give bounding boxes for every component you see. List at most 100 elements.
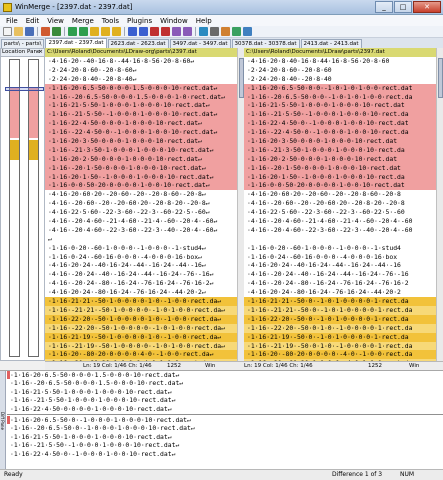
close-button[interactable]: ✕: [413, 1, 441, 13]
code-line[interactable]: ·4·16·20·24·-80·16·24·-76·16·24·-44·20·2: [244, 288, 436, 297]
right-code-view[interactable]: ·4·16·20·8·40·16·8·44·16·8·56·20·8·60·2·…: [244, 57, 436, 361]
code-line[interactable]: ·1·16·-21·19·-50·0·1·0·-1·0·0·0·0·1·rect…: [244, 341, 436, 351]
options-icon[interactable]: [210, 27, 219, 36]
new-icon[interactable]: [3, 27, 12, 36]
code-line[interactable]: ·4·16·-20·4·60·-22·3·60·-22·3·-40·-20·4·…: [244, 226, 436, 235]
next-diff-icon[interactable]: [68, 27, 77, 36]
redo-icon[interactable]: [52, 27, 61, 36]
code-line[interactable]: ·4·16·20·24·-40·16·24·-44·-16·24·-44·-16…: [45, 261, 237, 270]
tab-3497[interactable]: 3497.dat - 3497.dat: [169, 39, 231, 48]
copy-left-icon[interactable]: [139, 27, 148, 36]
code-line[interactable]: ·4·16·20·24·-40·16·24·-44·-16·24·-44·-16: [244, 261, 436, 270]
code-line[interactable]: ·1·16·-20·1·50·0·0·0·1·0·0·0·10·rect.dat: [244, 163, 436, 173]
open-icon[interactable]: [14, 27, 23, 36]
tab-2397[interactable]: 2397.dat - 2397.dat: [45, 38, 107, 48]
code-line[interactable]: ·4·16·-20·24·-80·-16·24·-76·16·24·-76·16…: [244, 279, 436, 288]
code-line[interactable]: ·1·16·-21·3·50·1·0·0·0·1·0·0·0·10·rect.d…: [244, 145, 436, 155]
code-line[interactable]: ·1·16·0·0·50·20·0·0·0·0·1·0·0·10·rect.da…: [45, 181, 237, 191]
code-line[interactable]: ·1·16·0·24·-60·16·0·0·0·-4·0·0·0·16·box↵: [45, 253, 237, 262]
code-line[interactable]: ·1·16·22·20·-50·0·-1·0·1·0·0·0·0·1·rect.…: [244, 314, 436, 324]
code-line[interactable]: ·1·16·-21·5·50·-1·0·0·0·1·0·0·0·10·rect.…: [45, 110, 237, 120]
code-line[interactable]: ·1·16·22·4·50·0·0·0·1·0·0·0·10·rect.dat↵: [45, 119, 237, 129]
code-line[interactable]: ·1·16·-21·3·50·1·0·0·0·1·0·0·0·10·rect.d…: [45, 145, 237, 155]
code-line[interactable]: ·4·16·-20·24·-40·-16·24·-44·-16·24·-76·-…: [45, 270, 237, 279]
code-line[interactable]: ·1·16·-20·6.5·50·0·0·0·1.5·0·0·0·1·0·rec…: [45, 92, 237, 102]
code-line[interactable]: ·1·16·20·1·50·-1·0·0·0·1·0·0·0·10·rect.d…: [244, 172, 436, 182]
location-left-column[interactable]: [9, 59, 20, 357]
code-line[interactable]: ↵: [45, 235, 237, 244]
menu-window[interactable]: Window: [156, 17, 192, 25]
maximize-button[interactable]: □: [394, 1, 412, 13]
code-line[interactable]: ·1·16·-22·4·50·0·-1·0·0·0·1·0·0·10·rect.…: [45, 128, 237, 138]
code-line[interactable]: ·4·16·-20·4·60·-22·3·60·-22·3·-40·-20·4·…: [45, 226, 237, 235]
menu-view[interactable]: View: [43, 17, 68, 25]
menu-file[interactable]: File: [2, 17, 22, 25]
menu-edit[interactable]: Edit: [22, 17, 44, 25]
code-line[interactable]: ·4·16·20·60·20·-20·60·-20·-20·8·60·-20·8: [244, 190, 436, 199]
compare-icon[interactable]: [221, 27, 230, 36]
code-line[interactable]: ·2·24·20·8·40·-20·8·40: [244, 75, 436, 84]
code-line[interactable]: ·2·24·20·8·60·-20·8·60: [244, 66, 436, 75]
all-left-icon[interactable]: [183, 27, 192, 36]
tab-2413[interactable]: 2413.dat - 2413.dat: [300, 39, 362, 48]
code-line[interactable]: ·1·16·-20·1·50·0·0·0·1·0·0·0·10·rect.dat…: [45, 163, 237, 173]
diff-pane-divider[interactable]: [7, 414, 443, 415]
code-line[interactable]: ·1·16·-22·4·50·0·-1·0·0·0·1·0·0·10·rect.…: [244, 128, 436, 138]
location-viewport-indicator[interactable]: [5, 87, 44, 91]
code-line[interactable]: ·1·16·-21·21·-50·0·-1·0·1·0·0·0·0·1·rect…: [244, 305, 436, 315]
code-line[interactable]: ·4·16·22·5·60·-22·3·60·-22·3·-60·22·5·-6…: [45, 208, 237, 217]
code-line[interactable]: ·4·16·-20·4·60·-21·4·60·-21·4·-60·-20·4·…: [244, 217, 436, 226]
code-line[interactable]: ·1·16·-21·5·50·-1·0·0·0·1·0·0·0·10·rect.…: [244, 110, 436, 120]
code-line[interactable]: ·1·16·20·1·50·-1·0·0·0·1·0·0·0·10·rect.d…: [45, 172, 237, 182]
code-line[interactable]: ·4·16·-20·60·-20·-20·60·20·-20·8·20·-20·…: [45, 199, 237, 208]
code-line[interactable]: ·4·16·-20·4·60·-21·4·60·-21·4·-60·-20·4·…: [45, 217, 237, 226]
code-line[interactable]: ·1·16·-20·6.5·50·0·0·-1·0·1·0·1·0·0·rect…: [244, 92, 436, 102]
menu-tools[interactable]: Tools: [98, 17, 123, 25]
code-line[interactable]: ·1·16·0·0·50·20·0·0·0·0·1·0·0·10·rect.da…: [244, 181, 436, 191]
location-pane-close-icon[interactable]: ×: [38, 49, 43, 56]
code-line[interactable]: ·1·16·-21·21·-50·1·0·0·0·0·-1·0·1·0·0·re…: [45, 305, 237, 315]
location-right-column[interactable]: [28, 59, 39, 357]
left-scrollbar[interactable]: [237, 48, 244, 361]
copy-right-advance-icon[interactable]: [150, 27, 159, 36]
code-line[interactable]: ·1·16·-22·20·-50·0·1·0·-1·0·0·0·0·1·rect…: [244, 323, 436, 333]
right-scrollbar[interactable]: [436, 48, 443, 361]
prev-diff-icon[interactable]: [79, 27, 88, 36]
code-line[interactable]: ·1·16·-21·19·-50·1·0·0·0·0·-1·0·1·0·0·re…: [45, 341, 237, 351]
refresh-icon[interactable]: [199, 27, 208, 36]
code-line[interactable]: ·1·16·22·4·50·0·-1·0·0·0·1·0·0·10·rect.d…: [244, 119, 436, 129]
code-line[interactable]: ·1·16·20·2·50·0·0·0·1·0·0·0·10·rect.dat: [244, 154, 436, 164]
last-diff-icon[interactable]: [112, 27, 121, 36]
help-icon[interactable]: [243, 27, 252, 36]
code-line[interactable]: ·4·16·-20·24·-40·-16·24·-44·-16·24·-76·-…: [244, 270, 436, 279]
code-line[interactable]: ·1·16·22·20·-50·1·0·0·0·0·1·0·-1·0·0·rec…: [45, 314, 237, 324]
code-line[interactable]: [244, 235, 436, 244]
save-icon[interactable]: [25, 27, 34, 36]
tab-parts[interactable]: parts\ - parts\: [1, 39, 45, 48]
tab-30378[interactable]: 30378.dat - 30378.dat: [231, 39, 300, 48]
code-line[interactable]: ·4·16·22·5·60·-22·3·60·-22·3·-60·22·5·-6…: [244, 208, 436, 217]
diff-pane[interactable]: Diff Pane ·1·16·20·6.5·50·0·0·0·1.5·0·0·…: [0, 370, 443, 470]
code-line[interactable]: ·1·16·21·19·-50·0·-1·0·1·0·0·0·0·1·rect.…: [244, 332, 436, 342]
menu-help[interactable]: Help: [192, 17, 216, 25]
code-line[interactable]: ·4·16·20·24·-80·16·24·-76·16·24·-44·20·2…: [45, 288, 237, 297]
all-right-icon[interactable]: [172, 27, 181, 36]
code-line[interactable]: ·1·16·21·5·50·1·0·0·0·1·0·0·0·10·rect.da…: [45, 101, 237, 111]
code-line[interactable]: ·1·16·20·-80·20·0·0·0·0·4·0·-1·0·0·rect.…: [45, 350, 237, 360]
first-diff-icon[interactable]: [90, 27, 99, 36]
code-line[interactable]: ·4·16·20·60·20·-20·60·-20·-20·8·60·-20·8…: [45, 190, 237, 199]
code-line[interactable]: ·1·16·21·21·-50·1·0·0·0·0·1·0·-1·0·0·rec…: [45, 297, 237, 306]
location-pane[interactable]: Location Pane ×: [0, 48, 45, 361]
code-line[interactable]: ·4·16·-20·24·-80·-16·24·-76·16·24·-76·16…: [45, 279, 237, 288]
code-line[interactable]: ·4·16·-20·60·-20·-20·60·20·-20·8·20·-20·…: [244, 199, 436, 208]
right-file-pane[interactable]: C:\Users\Roland\Documents\LDraw\parts\23…: [244, 48, 436, 361]
undo-icon[interactable]: [41, 27, 50, 36]
code-line[interactable]: ·1·16·20·3·50·0·0·0·1·0·0·0·10·rect.dat↵: [45, 137, 237, 146]
code-line[interactable]: ·1·16·21·21·-50·0·-1·0·1·0·0·0·0·1·rect.…: [244, 297, 436, 306]
code-line[interactable]: ·1·16·20·-80·20·0·0·0·0·-4·0·-1·0·0·rect…: [244, 350, 436, 360]
filter-icon[interactable]: [232, 27, 241, 36]
code-line[interactable]: ·4·16·20·8·40·16·8·44·16·8·56·20·8·60: [244, 57, 436, 66]
code-line[interactable]: ·1·16·21·19·-50·1·0·0·0·0·1·0·-1·0·0·rec…: [45, 332, 237, 342]
code-line[interactable]: ·1·16·20·2·50·0·0·0·1·0·0·0·10·rect.dat↵: [45, 154, 237, 164]
tab-2623[interactable]: 2623.dat - 2623.dat: [107, 39, 169, 48]
